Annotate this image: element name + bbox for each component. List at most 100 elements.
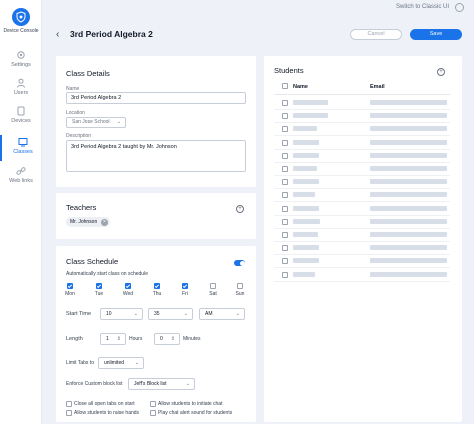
class-schedule-title: Class Schedule bbox=[66, 257, 119, 266]
sidebar-item-users[interactable]: Users bbox=[0, 76, 42, 102]
day-checkbox-fri[interactable] bbox=[182, 283, 188, 289]
description-textarea[interactable]: 3rd Period Algebra 2 taught by Mr. Johns… bbox=[66, 140, 246, 172]
sidebar-item-devices[interactable]: Devices bbox=[0, 104, 42, 130]
limit-tabs-select[interactable]: unlimited ⌄ bbox=[98, 357, 144, 369]
location-value: San Jose School bbox=[72, 119, 110, 125]
back-arrow-icon[interactable]: ‹ bbox=[56, 29, 59, 40]
student-row-checkbox[interactable] bbox=[282, 139, 288, 146]
table-row[interactable] bbox=[274, 268, 450, 282]
add-teacher-plus-icon[interactable]: + bbox=[236, 205, 244, 213]
table-row[interactable] bbox=[274, 254, 450, 269]
chevron-down-icon: ⌄ bbox=[183, 311, 188, 317]
table-row[interactable] bbox=[274, 149, 450, 163]
table-row[interactable] bbox=[274, 215, 450, 229]
student-email-placeholder bbox=[370, 179, 447, 185]
top-bar: Switch to Classic UI bbox=[42, 0, 474, 16]
table-row[interactable] bbox=[274, 188, 450, 203]
student-row-checkbox[interactable] bbox=[282, 205, 288, 212]
sidebar-item-label: Users bbox=[13, 90, 29, 96]
start-hour-select[interactable]: 10 ⌄ bbox=[100, 308, 143, 320]
chevron-down-icon: ⌄ bbox=[133, 311, 138, 317]
length-hours-stepper[interactable]: 1 ⇕ bbox=[100, 333, 126, 345]
sidebar-item-settings[interactable]: Settings bbox=[0, 48, 42, 74]
day-checkbox-wed[interactable] bbox=[125, 283, 131, 289]
student-row-checkbox[interactable] bbox=[282, 166, 288, 172]
day-checkbox-tue[interactable] bbox=[96, 283, 102, 289]
student-row-checkbox[interactable] bbox=[282, 179, 288, 186]
sidebar-item-web-links[interactable]: Web links bbox=[0, 164, 42, 190]
student-row-checkbox[interactable] bbox=[282, 245, 288, 252]
table-row[interactable] bbox=[274, 175, 450, 190]
student-row-checkbox[interactable] bbox=[282, 218, 288, 225]
location-label: Location bbox=[66, 110, 85, 116]
chat-sound-checkbox[interactable] bbox=[150, 410, 156, 416]
chevron-down-icon: ⌄ bbox=[116, 119, 121, 125]
sidebar: Device Console Settings Users Devices Cl… bbox=[0, 0, 42, 424]
day-checkbox-thu[interactable] bbox=[154, 283, 160, 289]
column-header-email: Email bbox=[370, 84, 385, 90]
close-tabs-checkbox[interactable] bbox=[66, 401, 72, 407]
students-title: Students bbox=[274, 66, 304, 75]
start-minute-value: 35 bbox=[154, 311, 160, 317]
select-all-students-checkbox[interactable] bbox=[282, 83, 288, 89]
student-name-placeholder bbox=[293, 126, 317, 132]
initiate-chat-checkbox[interactable] bbox=[150, 401, 156, 407]
day-label: Tue bbox=[94, 291, 104, 297]
start-hour-value: 10 bbox=[106, 311, 112, 317]
start-time-label: Start Time bbox=[66, 311, 92, 317]
day-checkbox-mon[interactable] bbox=[67, 283, 73, 289]
remove-teacher-close-icon[interactable]: × bbox=[101, 218, 108, 226]
toggle-knob bbox=[239, 260, 245, 266]
table-row[interactable] bbox=[274, 228, 450, 242]
add-student-plus-icon[interactable]: + bbox=[437, 68, 445, 76]
account-icon[interactable] bbox=[455, 3, 464, 12]
table-row[interactable] bbox=[274, 241, 450, 256]
sidebar-item-classes[interactable]: Classes bbox=[0, 135, 42, 161]
student-row-checkbox[interactable] bbox=[282, 113, 288, 120]
day-checkbox-sat[interactable] bbox=[210, 283, 216, 289]
student-name-placeholder bbox=[293, 232, 318, 237]
table-row[interactable] bbox=[274, 96, 450, 110]
table-row[interactable] bbox=[274, 122, 450, 137]
table-row[interactable] bbox=[274, 162, 450, 176]
student-row-checkbox[interactable] bbox=[282, 126, 288, 133]
student-row-checkbox[interactable] bbox=[282, 258, 288, 265]
student-name-placeholder bbox=[293, 205, 319, 211]
start-minute-select[interactable]: 35 ⌄ bbox=[148, 308, 193, 320]
chevron-down-icon: ⌄ bbox=[185, 381, 190, 387]
blocklist-select[interactable]: Jeff's Block list ⌄ bbox=[128, 378, 195, 390]
student-email-placeholder bbox=[370, 126, 447, 132]
classes-icon bbox=[18, 138, 28, 147]
auto-start-toggle[interactable] bbox=[234, 260, 245, 266]
location-select[interactable]: San Jose School ⌄ bbox=[66, 117, 126, 128]
student-name-placeholder bbox=[293, 179, 319, 185]
student-email-placeholder bbox=[370, 245, 447, 251]
student-row-checkbox[interactable] bbox=[282, 152, 288, 159]
stepper-icon: ⇕ bbox=[170, 336, 175, 342]
save-button[interactable]: Save bbox=[410, 29, 462, 40]
student-row-checkbox[interactable] bbox=[282, 232, 288, 238]
day-label: Fri bbox=[182, 291, 188, 297]
chevron-down-icon: ⌄ bbox=[235, 311, 240, 317]
student-email-placeholder bbox=[370, 205, 447, 211]
table-row[interactable] bbox=[274, 109, 450, 124]
student-row-checkbox[interactable] bbox=[282, 192, 288, 199]
student-name-placeholder bbox=[293, 271, 315, 277]
day-checkbox-sun[interactable] bbox=[237, 283, 243, 289]
device-console-logo-icon[interactable] bbox=[12, 8, 30, 26]
header-divider bbox=[274, 94, 450, 95]
student-row-checkbox[interactable] bbox=[282, 100, 288, 106]
switch-classic-ui-link[interactable]: Switch to Classic UI bbox=[396, 4, 449, 10]
length-minutes-stepper[interactable]: 0 ⇕ bbox=[154, 333, 180, 345]
table-row[interactable] bbox=[274, 202, 450, 216]
start-ampm-select[interactable]: AM ⌄ bbox=[199, 308, 245, 320]
student-row-checkbox[interactable] bbox=[282, 271, 288, 278]
cancel-button[interactable]: Cancel bbox=[350, 29, 402, 40]
day-label: Sun bbox=[235, 291, 245, 297]
student-email-placeholder bbox=[370, 100, 447, 105]
class-name-input[interactable]: 3rd Period Algebra 2 bbox=[66, 92, 246, 104]
table-row[interactable] bbox=[274, 136, 450, 150]
student-name-placeholder bbox=[293, 113, 328, 119]
initiate-chat-label: Allow students to initiate chat bbox=[158, 401, 223, 407]
raise-hands-checkbox[interactable] bbox=[66, 410, 72, 416]
